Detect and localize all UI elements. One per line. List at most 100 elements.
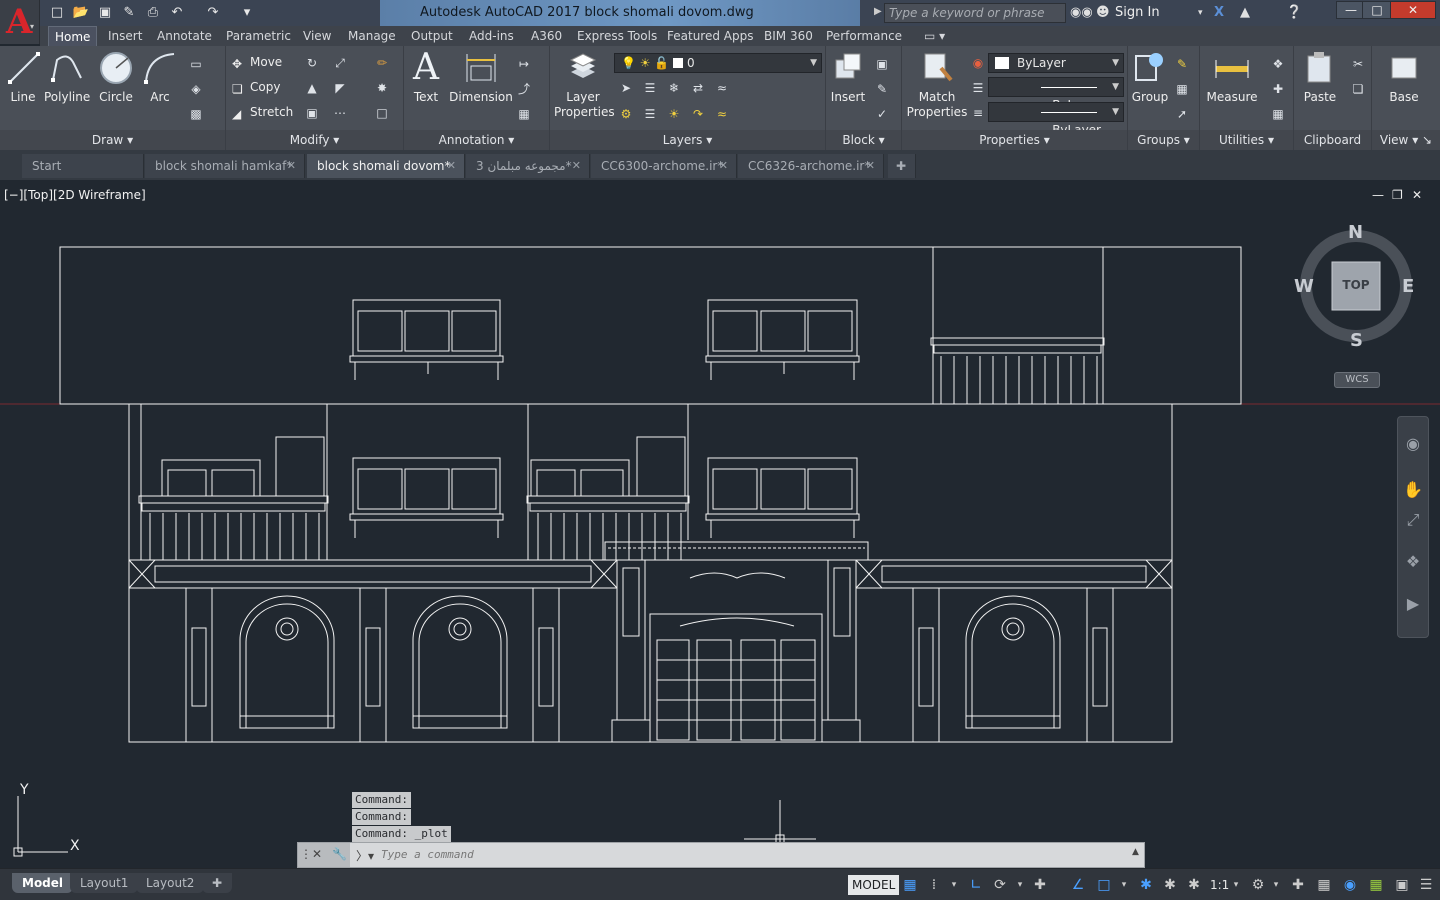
- layer-isolate-icon[interactable]: ☰: [642, 80, 658, 96]
- auto-scale-icon[interactable]: ✱: [1160, 875, 1180, 895]
- quick-select-icon[interactable]: ❖: [1270, 56, 1286, 72]
- ucs-menu-button[interactable]: WCS: [1334, 372, 1380, 388]
- snap-icon[interactable]: ⁞: [924, 875, 944, 895]
- group-select-icon[interactable]: ➚: [1174, 106, 1190, 122]
- scale-icon[interactable]: ▣: [304, 105, 320, 121]
- customize-icon[interactable]: 🔧: [332, 847, 347, 861]
- file-tab[interactable]: CC6326-archome.ir* ✕: [738, 154, 884, 178]
- edit-attributes-icon[interactable]: ✓: [874, 106, 890, 122]
- line-button[interactable]: Line: [6, 50, 40, 105]
- layer-properties-button[interactable]: Layer Properties: [554, 50, 615, 120]
- panel-title-clipboard[interactable]: Clipboard: [1294, 130, 1371, 150]
- redo-icon[interactable]: ↷: [204, 4, 222, 22]
- color-wheel-icon[interactable]: ◉: [970, 55, 986, 71]
- layer-freeze-icon[interactable]: ❄: [666, 80, 682, 96]
- tab-bim-360[interactable]: BIM 360: [758, 26, 819, 46]
- undo-icon[interactable]: ↶: [168, 4, 186, 22]
- create-block-icon[interactable]: ▣: [874, 56, 890, 72]
- drawing-canvas[interactable]: Y X [−][Top][2D Wireframe] — ❐ ✕ N S E W…: [0, 180, 1440, 868]
- array-icon[interactable]: ⋯: [332, 105, 348, 121]
- point-icon[interactable]: ✚: [1270, 81, 1286, 97]
- steering-wheel-icon[interactable]: ◉: [1402, 433, 1424, 455]
- compass-west[interactable]: W: [1294, 276, 1314, 297]
- match-properties-button[interactable]: Match Properties: [906, 50, 968, 120]
- viewcube[interactable]: N S E W TOP WCS: [1294, 220, 1414, 388]
- layer-walk-icon[interactable]: ≈: [714, 80, 730, 96]
- panel-title-utilities[interactable]: Utilities ▾: [1200, 130, 1293, 150]
- move-button[interactable]: ✥ Move: [232, 53, 282, 71]
- trim-icon[interactable]: ⤢: [332, 55, 348, 71]
- zoom-extents-icon[interactable]: ⤢: [1402, 509, 1424, 531]
- fillet-icon[interactable]: ◤: [332, 80, 348, 96]
- model-space-button[interactable]: MODEL: [848, 875, 900, 895]
- explode-icon[interactable]: ✸: [374, 80, 390, 96]
- copy-clip-icon[interactable]: ❏: [1350, 81, 1366, 97]
- panel-title-modify[interactable]: Modify ▾: [226, 130, 403, 150]
- tab-express-tools[interactable]: Express Tools: [571, 26, 663, 46]
- dimension-button[interactable]: Dimension: [448, 50, 514, 105]
- grip-icon[interactable]: ⋮: [300, 847, 312, 861]
- file-tab-start[interactable]: Start: [22, 154, 144, 178]
- copy-button[interactable]: ❏ Copy: [232, 78, 280, 96]
- workspace-gear-icon[interactable]: ⚙: [1248, 875, 1268, 895]
- viewport-controls-label[interactable]: [−][Top][2D Wireframe]: [4, 188, 146, 202]
- panel-title-draw[interactable]: Draw ▾: [0, 130, 225, 150]
- object-snap-tracking-icon[interactable]: ∠: [1068, 875, 1088, 895]
- isodraft-icon[interactable]: ✚: [1030, 875, 1050, 895]
- compass-east[interactable]: E: [1402, 276, 1414, 297]
- ortho-icon[interactable]: ∟: [966, 875, 986, 895]
- polyline-button[interactable]: Polyline: [44, 50, 90, 105]
- hatch-icon[interactable]: ◈: [188, 81, 204, 97]
- workspace-dropdown-icon[interactable]: ▾: [1266, 875, 1286, 895]
- text-button[interactable]: A Text: [408, 50, 444, 105]
- close-tab-icon[interactable]: ✕: [287, 154, 296, 178]
- viewport-minimize-icon[interactable]: —: [1372, 188, 1384, 202]
- annotation-scale-icon[interactable]: ✱: [1184, 875, 1204, 895]
- tab-insert[interactable]: Insert: [102, 26, 148, 46]
- file-tab-active[interactable]: block shomali dovom* ✕: [307, 154, 465, 178]
- ungroup-icon[interactable]: ✎: [1174, 56, 1190, 72]
- compass-south[interactable]: S: [1350, 330, 1363, 351]
- grid-icon[interactable]: ▦: [900, 875, 920, 895]
- polar-icon[interactable]: ⟳: [990, 875, 1010, 895]
- orbit-icon[interactable]: ❖: [1402, 551, 1424, 573]
- polar-dropdown-icon[interactable]: ▾: [1010, 875, 1030, 895]
- application-menu-button[interactable]: A ▾: [0, 0, 40, 44]
- close-tab-icon[interactable]: ✕: [572, 154, 581, 178]
- viewport-close-icon[interactable]: ✕: [1412, 188, 1422, 202]
- lineweight-icon[interactable]: ☰: [970, 80, 986, 96]
- panel-title-view[interactable]: View ▾ ↘: [1372, 130, 1440, 150]
- layer-lock-icon[interactable]: ⚙: [618, 106, 634, 122]
- help-icon[interactable]: ❔: [1286, 4, 1302, 22]
- erase-icon[interactable]: ✏: [374, 55, 390, 71]
- group-edit-icon[interactable]: ▦: [1174, 81, 1190, 97]
- linetype-dropdown[interactable]: ByLayer ▼: [988, 102, 1124, 137]
- layer-thaw-icon[interactable]: ☀: [666, 106, 682, 122]
- open-icon[interactable]: 📂: [72, 4, 90, 22]
- layer-off-icon[interactable]: ➤: [618, 80, 634, 96]
- panel-title-properties[interactable]: Properties ▾: [902, 130, 1127, 150]
- ribbon-display-toggle-icon[interactable]: ▭ ▾: [918, 26, 951, 46]
- clean-screen-icon[interactable]: ▣: [1392, 875, 1412, 895]
- tab-annotate[interactable]: Annotate: [151, 26, 218, 46]
- panel-title-layers[interactable]: Layers ▾: [550, 130, 825, 150]
- edit-block-icon[interactable]: ✎: [874, 81, 890, 97]
- file-tab[interactable]: CC6300-archome.ir* ✕: [591, 154, 737, 178]
- offset-icon[interactable]: □: [374, 105, 390, 121]
- restore-button[interactable]: □: [1362, 1, 1392, 19]
- layout-tab-model[interactable]: Model: [12, 873, 74, 893]
- close-command-line-icon[interactable]: ✕: [312, 847, 322, 861]
- paste-button[interactable]: Paste: [1300, 50, 1340, 105]
- object-snap-dropdown-icon[interactable]: ▾: [1114, 875, 1134, 895]
- isolate-objects-icon[interactable]: ◉: [1340, 875, 1360, 895]
- customization-menu-icon[interactable]: ☰: [1416, 875, 1436, 895]
- tab-output[interactable]: Output: [405, 26, 459, 46]
- linetype-icon[interactable]: ≡: [970, 105, 986, 121]
- save-icon[interactable]: ▣: [96, 4, 114, 22]
- arc-button[interactable]: Arc: [142, 50, 178, 105]
- panel-title-block[interactable]: Block ▾: [826, 130, 901, 150]
- close-tab-icon[interactable]: ✕: [719, 154, 728, 178]
- close-tab-icon[interactable]: ✕: [866, 154, 875, 178]
- save-as-icon[interactable]: ✎: [120, 4, 138, 22]
- snap-dropdown-icon[interactable]: ▾: [944, 875, 964, 895]
